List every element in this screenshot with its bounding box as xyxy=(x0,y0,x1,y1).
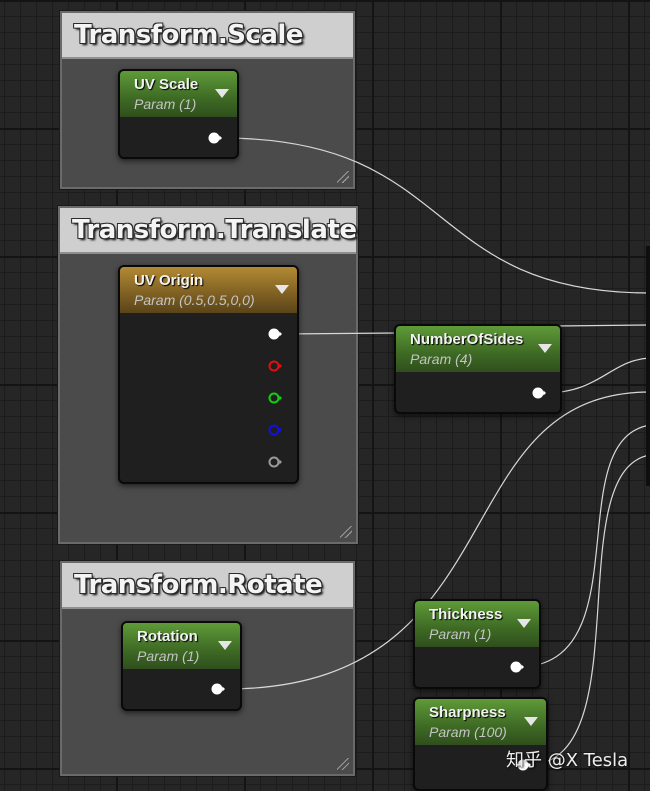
wire-number-of-sides-in xyxy=(555,324,650,327)
thickness-node[interactable]: Thickness Param (1) xyxy=(413,599,541,689)
output-pin-r-icon[interactable] xyxy=(268,359,282,373)
output-pin-a-icon[interactable] xyxy=(268,455,282,469)
offscreen-node-edge xyxy=(646,246,650,486)
node-header[interactable]: Sharpness Param (100) xyxy=(415,699,546,745)
uv-origin-node[interactable]: UV Origin Param (0.5,0.5,0,0) xyxy=(118,265,299,484)
node-header[interactable]: Thickness Param (1) xyxy=(415,601,539,647)
resize-handle-icon[interactable] xyxy=(337,171,349,183)
node-header[interactable]: UV Origin Param (0.5,0.5,0,0) xyxy=(120,267,297,313)
number-of-sides-node[interactable]: NumberOfSides Param (4) xyxy=(394,324,562,414)
collapse-arrow-icon[interactable] xyxy=(215,89,229,98)
output-pin-icon[interactable] xyxy=(532,386,546,400)
node-title: UV Origin xyxy=(134,272,204,289)
output-pin-icon[interactable] xyxy=(510,660,524,674)
node-header[interactable]: UV Scale Param (1) xyxy=(120,71,237,117)
collapse-arrow-icon[interactable] xyxy=(524,717,538,726)
comment-title[interactable]: Transform.Translate xyxy=(60,208,357,254)
collapse-arrow-icon[interactable] xyxy=(218,641,232,650)
node-subtitle: Param (0.5,0.5,0,0) xyxy=(134,292,255,308)
output-pin-icon[interactable] xyxy=(208,131,222,145)
uv-scale-node[interactable]: UV Scale Param (1) xyxy=(118,69,239,159)
node-header[interactable]: Rotation Param (1) xyxy=(123,623,240,669)
rotation-node[interactable]: Rotation Param (1) xyxy=(121,621,242,711)
resize-handle-icon[interactable] xyxy=(340,526,352,538)
wire-thickness xyxy=(522,424,650,668)
output-pin-b-icon[interactable] xyxy=(268,423,282,437)
collapse-arrow-icon[interactable] xyxy=(538,344,552,353)
comment-title[interactable]: Transform.Rotate xyxy=(62,563,353,609)
node-header[interactable]: NumberOfSides Param (4) xyxy=(396,326,560,372)
output-pin-icon[interactable] xyxy=(211,682,225,696)
output-pin-g-icon[interactable] xyxy=(268,391,282,405)
wire-sharpness xyxy=(529,454,650,766)
sharpness-node[interactable]: Sharpness Param (100) xyxy=(413,697,548,791)
collapse-arrow-icon[interactable] xyxy=(517,619,531,628)
output-pin-rgba-icon[interactable] xyxy=(268,327,282,341)
collapse-arrow-icon[interactable] xyxy=(275,285,289,294)
watermark: 知乎 @X Tesla xyxy=(506,750,629,771)
resize-handle-icon[interactable] xyxy=(337,758,349,770)
comment-title[interactable]: Transform.Scale xyxy=(62,13,353,59)
